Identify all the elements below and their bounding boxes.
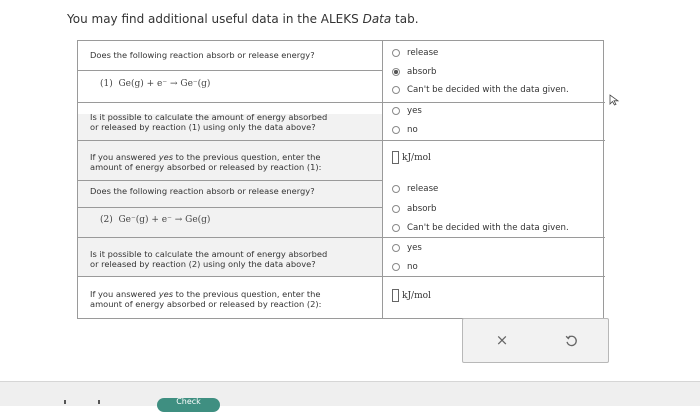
close-icon: × (495, 331, 509, 349)
row1-equation: (1) Ge(g) + e⁻ → Ge⁻(g) (100, 79, 211, 89)
energy-input-1[interactable] (392, 151, 399, 164)
row1-option-cant-decide[interactable]: Can't be decided with the data given. (392, 84, 569, 96)
answer-tools-panel: × (462, 318, 609, 363)
row4-option-release[interactable]: release (392, 183, 438, 195)
row5-option-no[interactable]: no (392, 261, 418, 273)
bottom-bar (0, 381, 700, 406)
radio-no-2[interactable] (392, 263, 400, 271)
row6-answer: kJ/mol (392, 289, 431, 302)
row-divider-5 (78, 276, 605, 277)
row1-question: Does the following reaction absorb or re… (90, 50, 315, 60)
radio-cant-decide-2[interactable] (392, 224, 400, 232)
check-button[interactable]: Check (157, 398, 220, 412)
radio-absorb-1[interactable] (392, 68, 400, 76)
row5-option-yes[interactable]: yes (392, 242, 422, 254)
radio-release-1[interactable] (392, 49, 400, 57)
energy-input-2[interactable] (392, 289, 399, 302)
divider-q4-equation (78, 207, 382, 208)
row6-question: If you answered yes to the previous ques… (90, 289, 322, 309)
bottom-mark-1 (64, 400, 66, 404)
clear-button[interactable]: × (492, 330, 512, 350)
instruction-text: You may find additional useful data in t… (67, 12, 419, 26)
row-divider-2 (78, 140, 605, 141)
row2-option-no[interactable]: no (392, 124, 418, 136)
row-divider-4 (78, 237, 605, 238)
question-table: Does the following reaction absorb or re… (77, 40, 605, 319)
row4-question: Does the following reaction absorb or re… (90, 186, 315, 196)
radio-cant-decide-1[interactable] (392, 86, 400, 94)
radio-yes-2[interactable] (392, 244, 400, 252)
radio-release-2[interactable] (392, 185, 400, 193)
bottom-mark-2 (98, 400, 100, 404)
row2-question: Is it possible to calculate the amount o… (90, 112, 328, 132)
radio-absorb-2[interactable] (392, 205, 400, 213)
row5-question: Is it possible to calculate the amount o… (90, 249, 328, 269)
mouse-cursor-icon (609, 94, 620, 106)
undo-icon (565, 334, 577, 346)
row4-option-cant-decide[interactable]: Can't be decided with the data given. (392, 222, 569, 234)
undo-button[interactable] (561, 330, 581, 350)
divider-q1-equation (78, 70, 382, 71)
row4-option-absorb[interactable]: absorb (392, 203, 436, 215)
row-divider-3 (78, 180, 382, 181)
radio-no-1[interactable] (392, 126, 400, 134)
row-divider-1 (78, 102, 605, 103)
row1-option-release[interactable]: release (392, 47, 438, 59)
row3-question: If you answered yes to the previous ques… (90, 152, 322, 172)
row4-equation: (2) Ge⁻(g) + e⁻ → Ge(g) (100, 215, 211, 225)
row2-option-yes[interactable]: yes (392, 105, 422, 117)
row3-answer: kJ/mol (392, 151, 431, 164)
radio-yes-1[interactable] (392, 107, 400, 115)
row1-option-absorb[interactable]: absorb (392, 66, 436, 78)
